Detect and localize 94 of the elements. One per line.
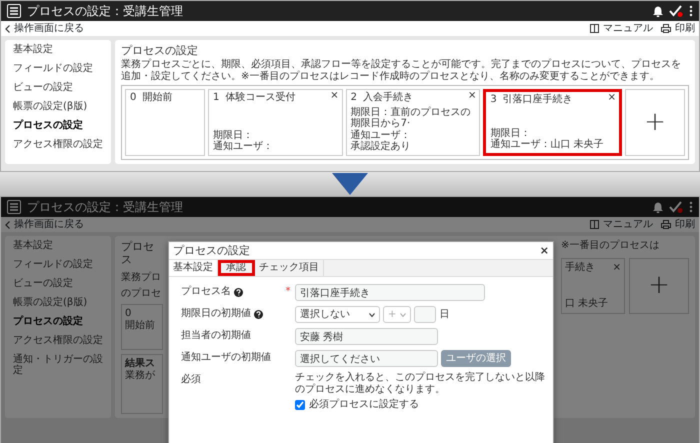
sidebar-item[interactable]: 基本設定 (5, 40, 111, 59)
manual-link[interactable]: マニュアル (590, 22, 653, 34)
panel-heading: 結果ス (125, 358, 156, 370)
process-step-card[interactable]: 手続き × 口 未央子 (561, 258, 625, 314)
step-name: 引落口座手続き (502, 94, 573, 106)
step-detail: 口 未央子 (565, 298, 610, 310)
process-step-card[interactable]: 3 引落口座手続き × 期限日： 通知ユーザ：山口 未央子 (483, 89, 622, 156)
text-field[interactable]: 安藤 秀樹 (295, 328, 438, 346)
description-text: ※一番目のプロセスは (561, 240, 660, 252)
close-icon[interactable]: × (608, 93, 616, 104)
printer-icon (661, 220, 671, 229)
more-icon[interactable] (689, 5, 693, 17)
process-step-card[interactable]: 0 開始前 (125, 89, 205, 156)
help-text: チェックを入れると、このプロセスを完了しないと以降のプロセスに進めなくなります。 (295, 372, 545, 396)
step-detail: 期限日： (213, 130, 254, 141)
step-name: 体験コース受付 (225, 92, 296, 104)
back-link[interactable]: 操作画面に戻る (5, 218, 84, 230)
step-number: 0 (130, 92, 136, 104)
close-icon[interactable]: × (330, 91, 339, 102)
field-label: 必須 (181, 374, 201, 386)
step-detail: 通知ユーザ：山口 未央子 (490, 139, 605, 151)
process-step-card[interactable]: 2 入会手続き × 期限日：直前のプロセスの期限日から7· 通知ユーザ： 承認設定あり (346, 89, 480, 156)
down-arrow-icon (332, 173, 368, 195)
section-title: プロセスの設定 (121, 44, 199, 58)
add-step-button[interactable]: + (629, 258, 689, 314)
print-link[interactable]: 印刷 (661, 22, 695, 34)
page-title: プロセスの設定：受講生管理 (27, 4, 183, 18)
description-text: 業務プロ (121, 272, 162, 284)
menu-icon[interactable] (7, 4, 21, 18)
step-detail: 通知ユーザ： (350, 130, 412, 141)
step-number: 1 (213, 92, 220, 104)
sidebar-item[interactable]: プロセスの設定 (5, 312, 111, 331)
user-field[interactable]: 選択してください (295, 350, 438, 368)
close-icon[interactable]: × (612, 262, 621, 274)
add-step-button[interactable]: + (625, 89, 686, 156)
description-text: 業務プロセスごとに、期限、必須項目、承認フロー等を設定することが可能です。完了までのプロセスについて、プロセスを追加・設定してください。※一番目のプロセスはレコード作成時のプロセスとなり、名称のみ変更することができます。 (121, 59, 682, 82)
page-title: プロセスの設定：受講生管理 (27, 200, 183, 214)
process-step-card[interactable]: 1 体験コース受付 × 期限日： 通知ユーザ： (208, 89, 343, 156)
help-icon[interactable] (254, 310, 263, 319)
sidebar-item[interactable]: ビューの設定 (5, 274, 111, 293)
step-number: 2 (350, 92, 358, 104)
field-label: 担当者の初期値 (181, 330, 251, 342)
sidebar-item[interactable]: フィールドの設定 (5, 255, 111, 274)
deadline-select[interactable]: 選択しない (295, 306, 380, 324)
check-icon[interactable] (669, 5, 683, 17)
process-step-card[interactable]: 0 開始前 (121, 304, 163, 350)
chevron-left-icon (5, 220, 10, 228)
sidebar-item[interactable]: 帳票の設定(β版) (5, 293, 111, 312)
description-text: 業務が (125, 370, 156, 382)
step-detail: 通知ユーザ： (213, 141, 274, 153)
sidebar-item[interactable]: アクセス権限の設定 (5, 135, 111, 154)
close-icon[interactable]: × (540, 244, 549, 258)
step-name: 入会手続き (363, 92, 414, 104)
unit-label: 日 (439, 308, 450, 321)
book-icon (590, 220, 599, 229)
sidebar-item[interactable]: 基本設定 (5, 236, 111, 255)
sidebar-item[interactable]: フィールドの設定 (5, 59, 111, 78)
book-icon (590, 24, 599, 33)
sidebar-item[interactable]: 通知・トリガーの設定 (5, 350, 111, 380)
dialog-tab[interactable]: 基本設定 (169, 260, 218, 276)
step-detail: 期限日：直前のプロセスの期限日から7· (350, 106, 472, 130)
sidebar-item[interactable]: プロセスの設定 (5, 116, 111, 135)
caret-icon (400, 312, 406, 317)
field-label: 期限日の初期値 (181, 308, 251, 320)
help-icon[interactable] (234, 288, 243, 297)
print-link[interactable]: 印刷 (661, 218, 695, 230)
check-icon[interactable] (669, 201, 683, 213)
step-number: 0 (125, 308, 132, 320)
sidebar-item[interactable]: ビューの設定 (5, 78, 111, 97)
text-field[interactable]: 引落口座手続き (295, 284, 485, 302)
step-detail: 承認設定あり (350, 141, 412, 153)
field-label: 通知ユーザの初期値 (181, 352, 271, 364)
step-number: 3 (490, 94, 497, 106)
sidebar-item[interactable]: アクセス権限の設定 (5, 331, 111, 350)
step-name: 開始前 (125, 320, 156, 332)
manual-link[interactable]: マニュアル (590, 218, 653, 230)
step-name: 開始前 (142, 92, 172, 104)
field-label: プロセス名 (181, 286, 231, 298)
sidebar-item[interactable]: 帳票の設定(β版) (5, 97, 111, 116)
step-detail: 期限日： (490, 128, 532, 139)
checkbox-label: 必須プロセスに設定する (309, 399, 419, 412)
printer-icon (661, 24, 671, 33)
days-field[interactable] (414, 306, 436, 324)
section-title: プロセス (121, 240, 155, 266)
step-name: 手続き (565, 262, 595, 274)
back-link[interactable]: 操作画面に戻る (5, 22, 84, 34)
bell-icon[interactable] (653, 6, 663, 16)
caret-icon (369, 312, 375, 317)
required-mark: * (286, 286, 290, 298)
dialog-title: プロセスの設定 (173, 244, 250, 258)
close-icon[interactable]: × (468, 91, 476, 102)
checkbox[interactable] (295, 400, 305, 410)
chevron-left-icon (5, 24, 10, 32)
description-text: のプロセ (121, 288, 162, 300)
